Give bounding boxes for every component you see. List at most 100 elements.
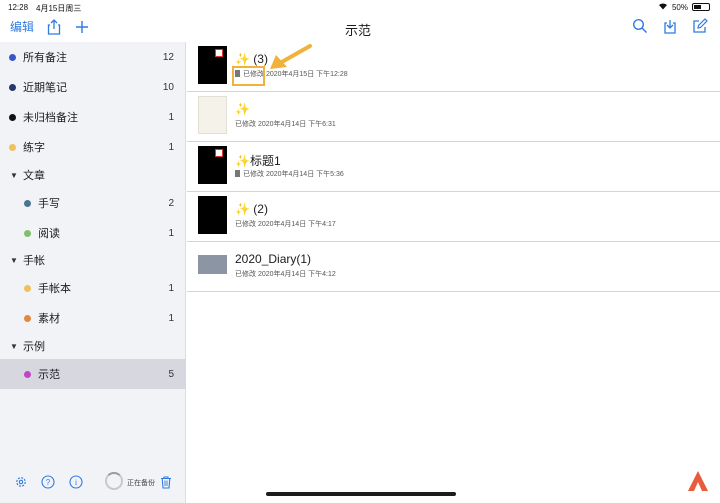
wifi-icon (658, 2, 668, 12)
color-dot (9, 83, 16, 91)
sidebar-item-label: 近期笔记 (23, 82, 67, 94)
brand-logo (688, 471, 708, 491)
sidebar-group-journal[interactable]: ▼ 手帐 (0, 245, 186, 275)
color-dot (24, 370, 31, 378)
color-dot (9, 113, 16, 121)
battery-fill (694, 5, 701, 9)
battery-icon (692, 3, 710, 11)
sidebar-item-count: 12 (162, 51, 174, 63)
note-modified: 已修改 2020年4月14日 下午4:17 (235, 221, 336, 228)
color-dot (24, 199, 31, 207)
note-thumbnail (198, 146, 227, 184)
note-modified: 已修改 2020年4月14日 下午6:31 (235, 121, 336, 128)
sidebar-bottom-bar: ? i 正在备份 (0, 467, 186, 503)
note-title: ✨ (2) (235, 202, 268, 216)
note-title: ✨标题1 (235, 154, 281, 168)
sidebar-item-all-notes[interactable]: 所有备注 12 (0, 42, 186, 72)
sidebar-item-label: 练字 (23, 142, 45, 154)
note-title: 2020_Diary(1) (235, 252, 312, 266)
sidebar-item-label: 手帐本 (38, 283, 71, 295)
sidebar-item-label: 示范 (38, 369, 60, 381)
note-modified: 已修改 2020年4月14日 下午5:36 (243, 171, 344, 178)
status-bar: 12:28 4月15日周三 50% (0, 0, 720, 14)
sidebar-group-label: 手帐 (23, 255, 45, 267)
sidebar-item-count: 1 (168, 227, 174, 239)
share-icon[interactable] (46, 18, 62, 35)
battery-percent: 50% (671, 2, 688, 12)
color-dot (24, 314, 31, 322)
status-right: 50% (658, 2, 710, 12)
notes-list: ✨ (3) 已修改 2020年4月15日 下午12:28 ✨ 已修改 2020年… (187, 42, 720, 503)
backup-progress-icon (105, 472, 123, 490)
chevron-down-icon: ▼ (10, 170, 18, 180)
thumbnail-mark (215, 49, 223, 57)
sidebar-item-handwriting[interactable]: 手写 2 (0, 188, 186, 218)
edit-button[interactable]: 编辑 (10, 18, 34, 35)
sidebar-item-label: 所有备注 (23, 52, 67, 64)
note-title: ✨ (235, 102, 250, 116)
color-dot (9, 143, 16, 151)
sidebar-item-calligraphy[interactable]: 练字 1 (0, 132, 186, 162)
top-toolbar: 编辑 示范 (0, 14, 720, 42)
sidebar-item-count: 1 (168, 312, 174, 324)
note-meta: 已修改 2020年4月14日 下午6:31 (235, 119, 336, 129)
page-title: 示范 (345, 23, 372, 38)
sidebar-item-count: 2 (168, 197, 174, 209)
note-thumbnail (198, 196, 227, 234)
sidebar-item-journal-book[interactable]: 手帐本 1 (0, 273, 186, 303)
note-modified: 已修改 2020年4月14日 下午4:12 (235, 271, 336, 278)
add-icon[interactable] (74, 19, 90, 35)
note-thumbnail (198, 255, 227, 274)
sidebar-item-unfiled[interactable]: 未归档备注 1 (0, 102, 186, 132)
sidebar-item-count: 10 (162, 81, 174, 93)
note-thumbnail (198, 96, 227, 134)
thumbnail-mark (215, 149, 223, 157)
svg-text:?: ? (46, 478, 51, 487)
info-icon[interactable]: i (69, 475, 83, 489)
list-item[interactable]: ✨ (2) 已修改 2020年4月14日 下午4:17 (187, 192, 720, 242)
help-icon[interactable]: ? (41, 475, 55, 489)
color-dot (24, 284, 31, 292)
svg-text:i: i (75, 478, 78, 487)
chevron-down-icon: ▼ (10, 255, 18, 265)
list-item[interactable]: 2020_Diary(1) 已修改 2020年4月14日 下午4:12 (187, 242, 720, 292)
note-meta: 已修改 2020年4月14日 下午4:17 (235, 219, 336, 229)
note-meta: 已修改 2020年4月14日 下午4:12 (235, 269, 336, 279)
status-date: 4月15日周三 (36, 4, 82, 13)
highlight-box (232, 66, 265, 86)
gear-icon[interactable] (14, 475, 28, 489)
compose-icon[interactable] (692, 18, 708, 34)
search-icon[interactable] (632, 18, 648, 34)
list-item[interactable]: ✨ 已修改 2020年4月14日 下午6:31 (187, 92, 720, 142)
sidebar-item-recent[interactable]: 近期笔记 10 (0, 72, 186, 102)
sidebar-group-articles[interactable]: ▼ 文章 (0, 160, 186, 190)
status-time: 12:28 (8, 3, 29, 12)
sidebar-group-examples[interactable]: ▼ 示例 (0, 331, 186, 361)
sidebar-item-count: 5 (168, 368, 174, 380)
sidebar-item-demo[interactable]: 示范 5 (0, 359, 186, 389)
chevron-down-icon: ▼ (10, 341, 18, 351)
sidebar-item-label: 阅读 (38, 228, 60, 240)
sidebar-group-label: 示例 (23, 341, 45, 353)
sidebar-item-count: 1 (168, 111, 174, 123)
sidebar-item-count: 1 (168, 282, 174, 294)
sidebar: 所有备注 12 近期笔记 10 未归档备注 1 练字 1 ▼ 文章 手写 2 阅… (0, 42, 186, 503)
color-dot (9, 53, 16, 61)
sidebar-item-label: 手写 (38, 198, 60, 210)
color-dot (24, 229, 31, 237)
backup-status: 正在备份 (127, 480, 155, 487)
handwriting-icon (235, 170, 240, 177)
sidebar-item-reading[interactable]: 阅读 1 (0, 218, 186, 248)
trash-icon[interactable] (159, 475, 173, 489)
home-indicator (266, 492, 456, 496)
sidebar-item-label: 素材 (38, 313, 60, 325)
note-meta: 已修改 2020年4月14日 下午5:36 (235, 169, 344, 179)
list-item[interactable]: ✨ (3) 已修改 2020年4月15日 下午12:28 (187, 42, 720, 92)
note-thumbnail (198, 46, 227, 84)
arrow-annotation (270, 44, 312, 69)
sidebar-item-materials[interactable]: 素材 1 (0, 303, 186, 333)
sidebar-item-count: 1 (168, 141, 174, 153)
sidebar-group-label: 文章 (23, 170, 45, 182)
import-icon[interactable] (662, 18, 678, 34)
list-item[interactable]: ✨标题1 已修改 2020年4月14日 下午5:36 (187, 142, 720, 192)
